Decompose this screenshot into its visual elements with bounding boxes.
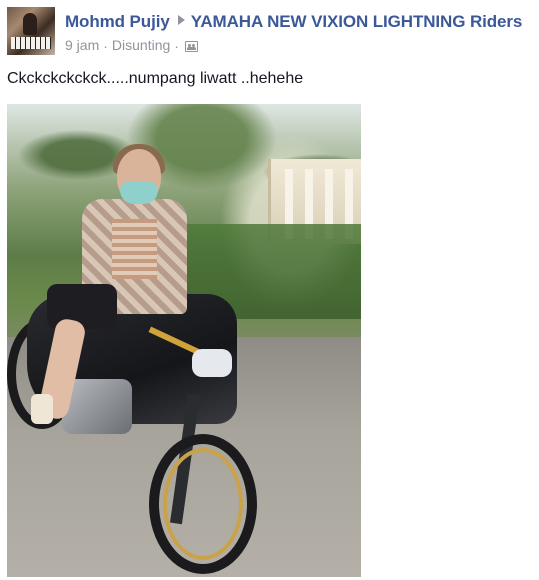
meta-separator: · [103,38,108,55]
photo-rider-mask [120,182,158,204]
photo-rider-top [112,219,157,279]
post-header: Mohmd Pujiy YAMAHA NEW VIXION LIGHTNING R… [7,7,535,57]
post-meta: 9 jam · Disunting · [65,37,198,54]
post-title-line: Mohmd Pujiy YAMAHA NEW VIXION LIGHTNING R… [65,12,522,32]
group-name-link[interactable]: YAMAHA NEW VIXION LIGHTNING Riders [191,12,523,31]
author-avatar[interactable] [7,7,55,55]
author-name-link[interactable]: Mohmd Pujiy [65,12,170,31]
post-timestamp-link[interactable]: 9 jam [65,37,99,53]
feed-post: Mohmd Pujiy YAMAHA NEW VIXION LIGHTNING R… [0,0,539,580]
edited-link[interactable]: Disunting [112,37,170,53]
meta-separator: · [174,38,179,55]
right-triangle-icon [177,15,185,25]
post-photo[interactable] [7,104,361,577]
photo-rider-shoe [31,394,53,424]
audience-group-icon[interactable] [184,40,198,52]
photo-headlight [192,349,232,377]
photo-front-wheel [149,434,257,574]
avatar-person-shape [23,13,37,35]
post-message: Ckckckckckck.....numpang liwatt ..hehehe [7,70,304,87]
avatar-piano-shape [11,37,51,49]
